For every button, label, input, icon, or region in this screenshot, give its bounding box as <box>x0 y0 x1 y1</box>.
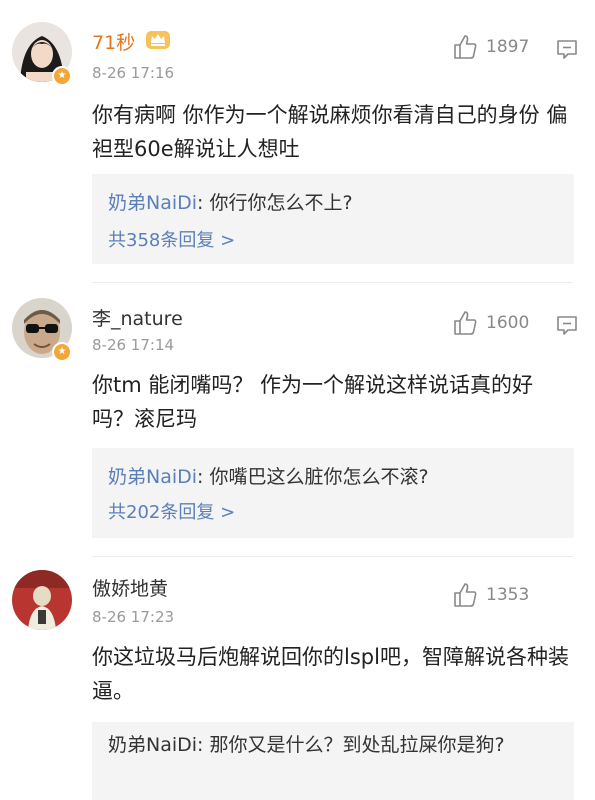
comment-text: 你这垃圾马后炮解说回你的lspl吧，智障解说各种装逼。 <box>92 645 569 703</box>
like-button[interactable]: 1600 <box>452 310 529 336</box>
thumbs-up-icon <box>454 583 477 607</box>
verified-badge-icon: ★ <box>52 342 72 362</box>
like-count: 1897 <box>486 37 530 57</box>
reply-line: 奶弟NaiDi: 你行你怎么不上? <box>108 188 353 215</box>
comment-item: ★ 71秒 8-26 17:16 1897 你有病啊 你作为一个解说麻烦你看清自… <box>0 0 595 280</box>
avatar[interactable] <box>12 570 72 630</box>
reply-line: 奶弟NaiDi: 你嘴巴这么脏你怎么不滚? <box>108 462 429 489</box>
reply-box[interactable]: 奶弟NaiDi: 那你又是什么？到处乱拉屎你是狗? <box>92 722 574 800</box>
like-button[interactable]: 1353 <box>452 582 529 608</box>
thumbs-up-icon <box>454 311 477 335</box>
reply-author[interactable]: 奶弟NaiDi <box>108 734 197 756</box>
reply-box[interactable]: 奶弟NaiDi: 你嘴巴这么脏你怎么不滚? 共202条回复 > <box>92 448 574 538</box>
comment-text: 你tm 能闭嘴吗？ 作为一个解说这样说话真的好吗？滚尼玛 <box>92 373 534 431</box>
comment-text: 你有病啊 你作为一个解说麻烦你看清自己的身份 偏袒型60e解说让人想吐 <box>92 103 568 161</box>
crown-icon <box>145 28 171 50</box>
more-replies-link[interactable]: 共202条回复 > <box>108 498 235 524</box>
comment-item: ★ 李_nature 8-26 17:14 1600 你tm 能闭嘴吗？ 作为一… <box>0 284 595 556</box>
username[interactable]: 71秒 <box>92 28 135 55</box>
like-button[interactable]: 1897 <box>452 34 529 60</box>
reply-author[interactable]: 奶弟NaiDi <box>108 192 197 214</box>
comment-time: 8-26 17:14 <box>92 336 175 354</box>
reply-box[interactable]: 奶弟NaiDi: 你行你怎么不上? 共358条回复 > <box>92 174 574 264</box>
comment-time: 8-26 17:16 <box>92 64 175 82</box>
reply-text: : 你嘴巴这么脏你怎么不滚? <box>197 466 429 488</box>
thumbs-up-icon <box>454 35 477 59</box>
like-count: 1600 <box>486 313 530 333</box>
comment-bubble-icon[interactable] <box>556 38 578 60</box>
divider <box>92 282 573 283</box>
reply-line: 奶弟NaiDi: 那你又是什么？到处乱拉屎你是狗? <box>108 730 558 760</box>
reply-text: : 你行你怎么不上? <box>197 192 353 214</box>
reply-text: : 那你又是什么？到处乱拉屎你是狗? <box>197 734 505 756</box>
comment-item: 傲娇地黄 8-26 17:23 1353 你这垃圾马后炮解说回你的lspl吧，智… <box>0 558 595 800</box>
like-count: 1353 <box>486 585 530 605</box>
username[interactable]: 傲娇地黄 <box>92 574 168 601</box>
verified-badge-icon: ★ <box>52 66 72 86</box>
username[interactable]: 李_nature <box>92 304 183 331</box>
comment-bubble-icon[interactable] <box>556 314 578 336</box>
divider <box>92 556 573 557</box>
more-replies-link[interactable]: 共358条回复 > <box>108 226 235 252</box>
comment-time: 8-26 17:23 <box>92 608 175 626</box>
reply-author[interactable]: 奶弟NaiDi <box>108 466 197 488</box>
